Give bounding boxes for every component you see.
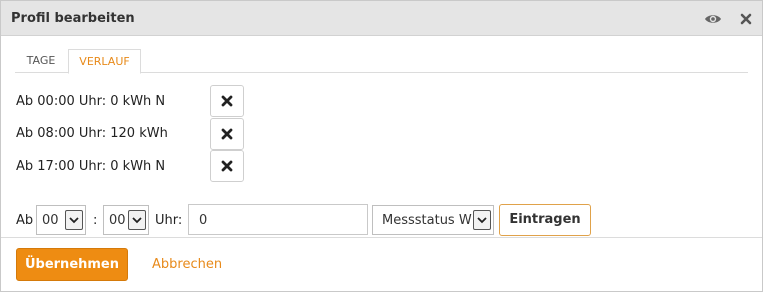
ab-label: Ab bbox=[16, 213, 34, 228]
delete-entry-button[interactable] bbox=[210, 118, 244, 150]
tab-verlauf[interactable]: VERLAUF bbox=[68, 49, 141, 74]
time-separator: : bbox=[93, 213, 98, 228]
hour-select[interactable]: 00 bbox=[36, 205, 86, 235]
profile-entry: Ab 00:00 Uhr: 0 kWh N bbox=[16, 94, 166, 109]
footer-divider bbox=[1, 237, 762, 238]
chevron-down-icon bbox=[128, 210, 146, 230]
dialog-title: Profil bearbeiten bbox=[11, 11, 135, 26]
close-icon bbox=[221, 95, 233, 107]
status-select[interactable]: Messstatus W bbox=[372, 205, 494, 235]
profile-entry: Ab 08:00 Uhr: 120 kWh bbox=[16, 126, 168, 141]
status-select-value: Messstatus W bbox=[382, 213, 472, 228]
abbrechen-link[interactable]: Abbrechen bbox=[152, 257, 222, 272]
profile-entry: Ab 17:00 Uhr: 0 kWh N bbox=[16, 159, 166, 174]
minute-select-value: 00 bbox=[109, 213, 126, 228]
eintragen-button[interactable]: Eintragen bbox=[499, 204, 591, 236]
tab-tage[interactable]: TAGE bbox=[15, 49, 67, 73]
tab-bar: TAGE VERLAUF bbox=[15, 49, 748, 74]
amount-input[interactable]: 0 bbox=[188, 204, 368, 235]
uebernehmen-button[interactable]: Übernehmen bbox=[16, 248, 128, 281]
edit-profile-dialog: Profil bearbeiten TAGE VERLAUF Ab 00:00 … bbox=[0, 0, 763, 292]
close-icon bbox=[221, 160, 233, 172]
dialog-titlebar: Profil bearbeiten bbox=[1, 1, 762, 36]
hour-select-value: 00 bbox=[42, 213, 59, 228]
amount-input-value: 0 bbox=[199, 213, 208, 228]
close-icon[interactable] bbox=[737, 10, 755, 28]
eye-icon[interactable] bbox=[704, 10, 722, 28]
chevron-down-icon bbox=[473, 210, 491, 230]
delete-entry-button[interactable] bbox=[210, 85, 244, 117]
close-icon bbox=[221, 128, 233, 140]
delete-entry-button[interactable] bbox=[210, 150, 244, 182]
uhr-label: Uhr: bbox=[155, 213, 183, 228]
minute-select[interactable]: 00 bbox=[103, 205, 149, 235]
chevron-down-icon bbox=[65, 210, 83, 230]
